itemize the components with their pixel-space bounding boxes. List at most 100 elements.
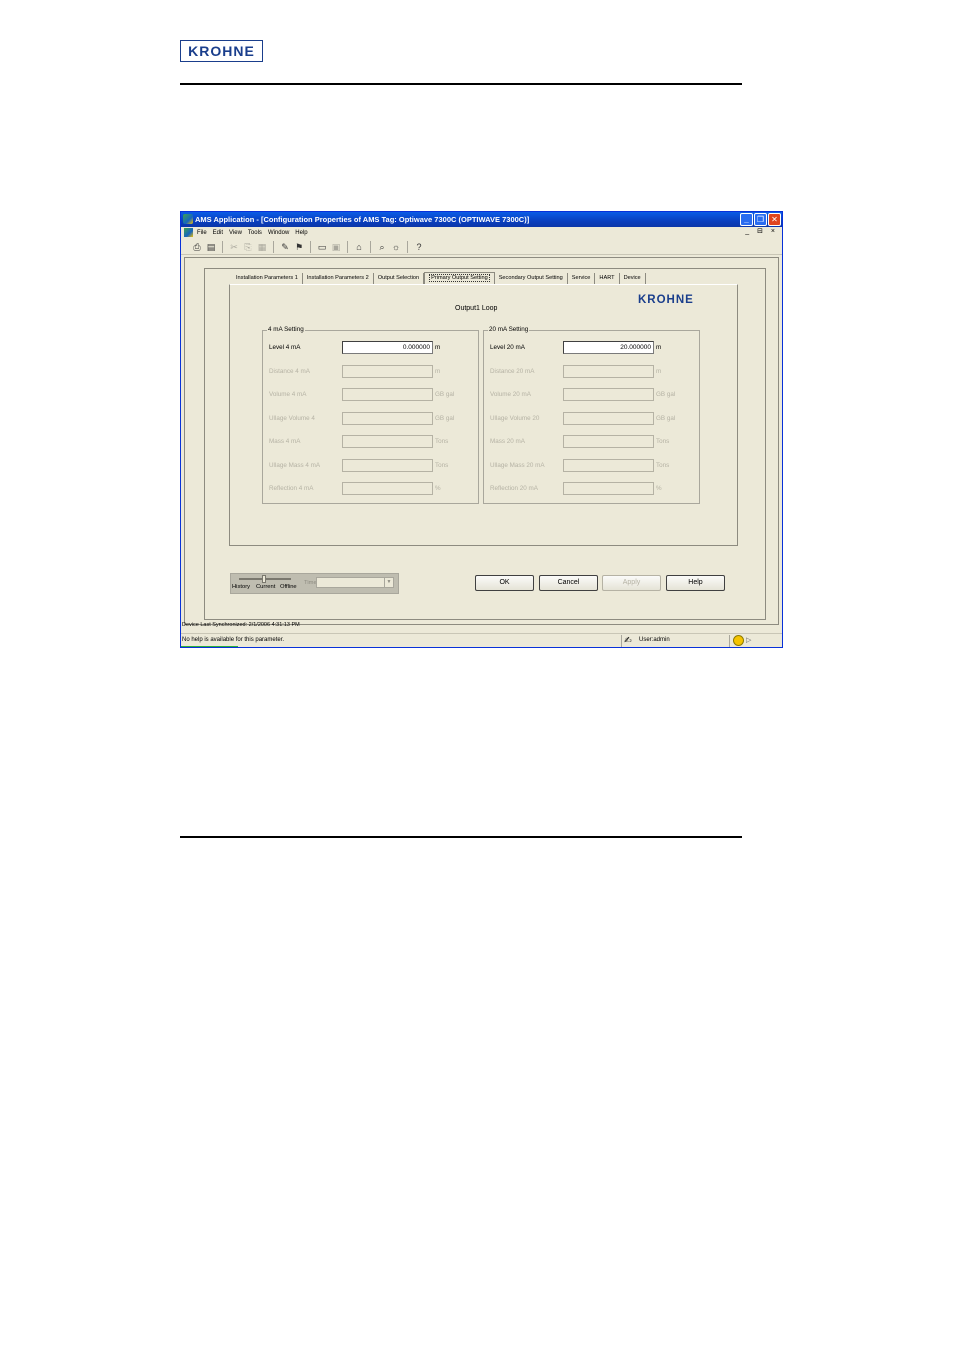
- minimize-button[interactable]: _: [740, 213, 753, 226]
- field-label: Level 4 mA: [269, 344, 301, 351]
- row-level-4ma: Level 4 mA 0.000000 m: [269, 341, 474, 354]
- tab-device[interactable]: Device: [620, 273, 646, 284]
- field-unit: m: [435, 368, 441, 375]
- field-unit: Tons: [435, 462, 449, 469]
- field-label: Distance 4 mA: [269, 368, 310, 375]
- field-label: Ullage Mass 20 mA: [490, 462, 545, 469]
- tab-hart[interactable]: HART: [595, 273, 620, 284]
- distance-20ma-input: [563, 365, 654, 378]
- find-icon[interactable]: ⌕: [376, 241, 388, 253]
- krohne-panel-logo: KROHNE: [638, 294, 694, 306]
- mode-slider-handle[interactable]: [262, 575, 266, 583]
- row-distance-20ma: Distance 20 mA m: [490, 365, 695, 378]
- ullage-mass-20ma-input: [563, 459, 654, 472]
- tab-panel: Output1 Loop KROHNE 4 mA Setting Level 4…: [229, 284, 738, 546]
- menu-file[interactable]: File: [197, 230, 207, 236]
- menu-edit[interactable]: Edit: [213, 230, 223, 236]
- menu-view[interactable]: View: [229, 230, 242, 236]
- row-ullage-volume-4ma: Ullage Volume 4 GB gal: [269, 412, 474, 425]
- toolbar-separator: [222, 240, 223, 253]
- field-label: Volume 20 mA: [490, 391, 531, 398]
- user-icon: ✍: [624, 635, 632, 645]
- configure-icon[interactable]: ✎: [279, 241, 291, 253]
- device-icon[interactable]: ⚑: [293, 241, 305, 253]
- field-label: Mass 20 mA: [490, 438, 525, 445]
- ok-button[interactable]: OK: [475, 575, 534, 591]
- print-icon[interactable]: ⎙: [191, 241, 203, 253]
- field-unit: m: [656, 368, 662, 375]
- menu-window[interactable]: Window: [268, 230, 289, 236]
- mode-current-label: Current: [256, 584, 276, 590]
- connection-icon: ▷: [746, 637, 752, 644]
- field-label: Mass 4 mA: [269, 438, 301, 445]
- field-label: Ullage Volume 20: [490, 415, 540, 422]
- reflection-20ma-input: [563, 482, 654, 495]
- menu-help[interactable]: Help: [295, 230, 307, 236]
- print-preview-icon[interactable]: ▤: [205, 241, 217, 253]
- tab-installation-parameters-2[interactable]: Installation Parameters 2: [303, 273, 374, 284]
- level-4ma-input[interactable]: 0.000000: [342, 341, 433, 354]
- field-unit: GB gal: [656, 391, 676, 398]
- tab-label: Service: [571, 275, 591, 281]
- ullage-volume-4ma-input: [342, 412, 433, 425]
- group-4ma-setting: 4 mA Setting Level 4 mA 0.000000 m Dista…: [262, 326, 479, 504]
- tab-label: Installation Parameters 1: [236, 275, 298, 281]
- tab-label: Installation Parameters 2: [306, 275, 369, 281]
- distance-4ma-input: [342, 365, 433, 378]
- tab-primary-output-setting[interactable]: Primary Output Setting: [424, 272, 495, 284]
- tab-service[interactable]: Service: [568, 273, 596, 284]
- field-label: Volume 4 mA: [269, 391, 307, 398]
- row-reflection-20ma: Reflection 20 mA %: [490, 482, 695, 495]
- mdi-controls[interactable]: _ ⊟ ×: [745, 227, 778, 235]
- reflection-4ma-input: [342, 482, 433, 495]
- tab-label: Output Selection: [377, 275, 420, 281]
- row-mass-4ma: Mass 4 mA Tons: [269, 435, 474, 448]
- copy-icon[interactable]: ⎘: [242, 241, 254, 253]
- field-unit: Tons: [435, 438, 449, 445]
- panel-title: Output1 Loop: [455, 305, 498, 312]
- tab-output-selection[interactable]: Output Selection: [374, 273, 425, 284]
- status-user: User:admin: [639, 637, 670, 643]
- row-level-20ma: Level 20 mA 20.000000 m: [490, 341, 695, 354]
- status-message: No help is available for this parameter.: [182, 637, 285, 643]
- field-unit: GB gal: [435, 415, 455, 422]
- mode-history-label: History: [232, 584, 251, 590]
- tab-strip: Installation Parameters 1 Installation P…: [232, 272, 646, 284]
- cancel-button[interactable]: Cancel: [539, 575, 598, 591]
- tree-icon[interactable]: ⌂: [353, 241, 365, 253]
- field-unit: %: [656, 485, 662, 492]
- status-divider: [729, 635, 730, 647]
- help-icon[interactable]: ?: [413, 241, 425, 253]
- volume-20ma-input: [563, 388, 654, 401]
- tab-label: HART: [599, 275, 615, 281]
- ullage-volume-20ma-input: [563, 412, 654, 425]
- window-icon[interactable]: ▭: [316, 241, 328, 253]
- tab-label: Primary Output Setting: [429, 274, 490, 282]
- menu-tools[interactable]: Tools: [248, 230, 262, 236]
- row-ullage-mass-4ma: Ullage Mass 4 mA Tons: [269, 459, 474, 472]
- close-button[interactable]: ✕: [768, 213, 781, 226]
- toolbar: ⎙ ▤ ✂ ⎘ ▦ ✎ ⚑ ▭ ▣ ⌂ ⌕ ☼ ?: [181, 239, 782, 255]
- mode-selector: History Current Offline Time ▼: [230, 573, 399, 594]
- window2-icon[interactable]: ▣: [330, 241, 342, 253]
- field-unit: m: [435, 344, 441, 351]
- tab-secondary-output-setting[interactable]: Secondary Output Setting: [495, 273, 568, 284]
- title-bar[interactable]: AMS Application - [Configuration Propert…: [181, 212, 782, 227]
- paste-icon[interactable]: ▦: [256, 241, 268, 253]
- krohne-logo: KROHNE: [180, 40, 263, 62]
- cut-icon[interactable]: ✂: [228, 241, 240, 253]
- tab-installation-parameters-1[interactable]: Installation Parameters 1: [232, 273, 303, 284]
- mass-20ma-input: [563, 435, 654, 448]
- field-label: Ullage Volume 4: [269, 415, 315, 422]
- toolbar-separator: [273, 240, 274, 253]
- help-button[interactable]: Help: [666, 575, 725, 591]
- level-20ma-input[interactable]: 20.000000: [563, 341, 654, 354]
- group-legend: 4 mA Setting: [267, 326, 305, 333]
- tab-label: Secondary Output Setting: [498, 275, 563, 281]
- restore-button[interactable]: ❐: [754, 213, 767, 226]
- row-distance-4ma: Distance 4 mA m: [269, 365, 474, 378]
- alert-icon[interactable]: ☼: [390, 241, 402, 253]
- progress-indicator: [181, 646, 238, 647]
- group-legend: 20 mA Setting: [488, 326, 530, 333]
- app-icon: [183, 214, 193, 224]
